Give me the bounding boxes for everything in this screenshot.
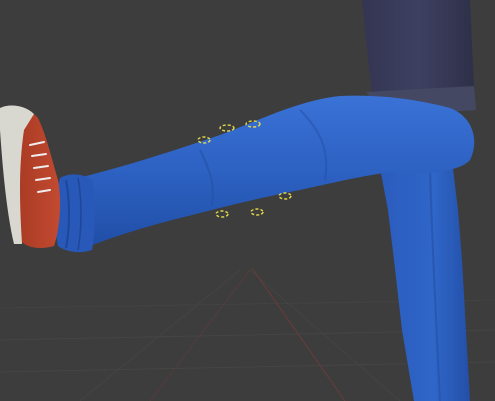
standing-leg[interactable]: [380, 160, 470, 401]
sneaker[interactable]: [0, 105, 61, 248]
3d-viewport[interactable]: [0, 0, 495, 401]
viewport-canvas[interactable]: [0, 0, 495, 401]
jeans-cuff[interactable]: [55, 174, 95, 253]
shirt[interactable]: [362, 0, 474, 98]
